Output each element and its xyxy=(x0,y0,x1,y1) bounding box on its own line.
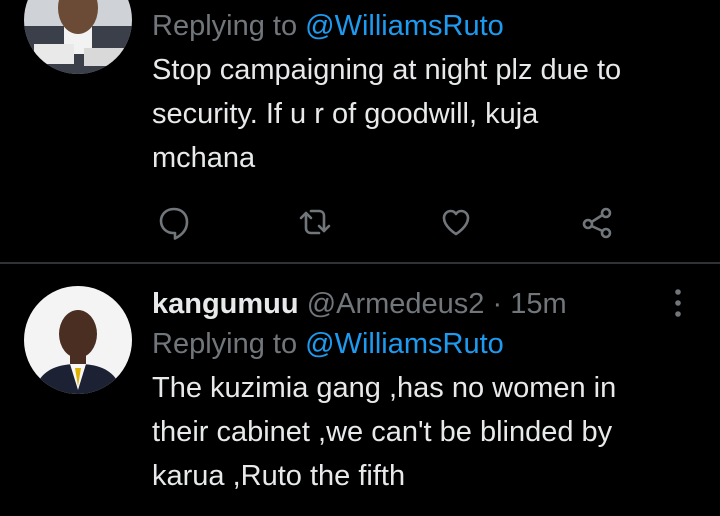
comment-bubble-icon xyxy=(159,207,189,240)
timestamp[interactable]: 15m xyxy=(510,288,566,320)
reply-button[interactable] xyxy=(152,200,196,244)
avatar-photo xyxy=(24,0,132,74)
heart-icon xyxy=(442,209,470,236)
tweet-text-line: Stop campaigning at night plz due to xyxy=(152,54,622,86)
tweet-actions xyxy=(152,200,632,244)
retweet-button[interactable] xyxy=(293,200,337,244)
share-icon xyxy=(582,207,612,239)
more-vertical-icon xyxy=(675,289,681,317)
tweet-text: Stop campaigning at night plz due to sec… xyxy=(152,48,696,180)
replying-to-line: Replying to @WilliamsRuto xyxy=(152,6,696,46)
tweet-text-line: security. If u r of goodwill, kuja xyxy=(152,98,539,130)
mention-link[interactable]: @WilliamsRuto xyxy=(305,328,504,360)
tweet-text-line: mchana xyxy=(152,142,256,174)
tweet[interactable]: kangumuu @Armedeus2 · 15m Replying to @W… xyxy=(0,264,720,516)
avatar-photo xyxy=(24,286,132,394)
replying-prefix: Replying to xyxy=(152,328,306,360)
more-options-button[interactable] xyxy=(672,286,684,320)
like-button[interactable] xyxy=(434,200,478,244)
tweet-text: The kuzimia gang ,has no women in their … xyxy=(152,366,696,498)
tweet-text-line: karua ,Ruto the fifth xyxy=(152,460,406,492)
tweet-text-line: their cabinet ,we can't be blinded by xyxy=(152,416,613,448)
display-name[interactable]: kangumuu xyxy=(152,288,299,320)
tweet[interactable]: Replying to @WilliamsRuto Stop campaigni… xyxy=(0,0,720,262)
avatar[interactable] xyxy=(24,286,132,394)
mention-link[interactable]: @WilliamsRuto xyxy=(305,10,504,42)
tweet-text-line: The kuzimia gang ,has no women in xyxy=(152,372,617,404)
share-button[interactable] xyxy=(576,200,620,244)
replying-prefix: Replying to xyxy=(152,10,306,42)
separator-dot: · xyxy=(492,288,503,320)
retweet-icon xyxy=(299,209,331,235)
tweet-header: kangumuu @Armedeus2 · 15m xyxy=(152,284,696,324)
replying-to-line: Replying to @WilliamsRuto xyxy=(152,324,696,364)
avatar[interactable] xyxy=(24,0,132,74)
tweet-content: kangumuu @Armedeus2 · 15m Replying to @W… xyxy=(152,284,696,498)
user-handle[interactable]: @Armedeus2 xyxy=(307,288,485,320)
tweet-content: Replying to @WilliamsRuto Stop campaigni… xyxy=(152,6,696,180)
